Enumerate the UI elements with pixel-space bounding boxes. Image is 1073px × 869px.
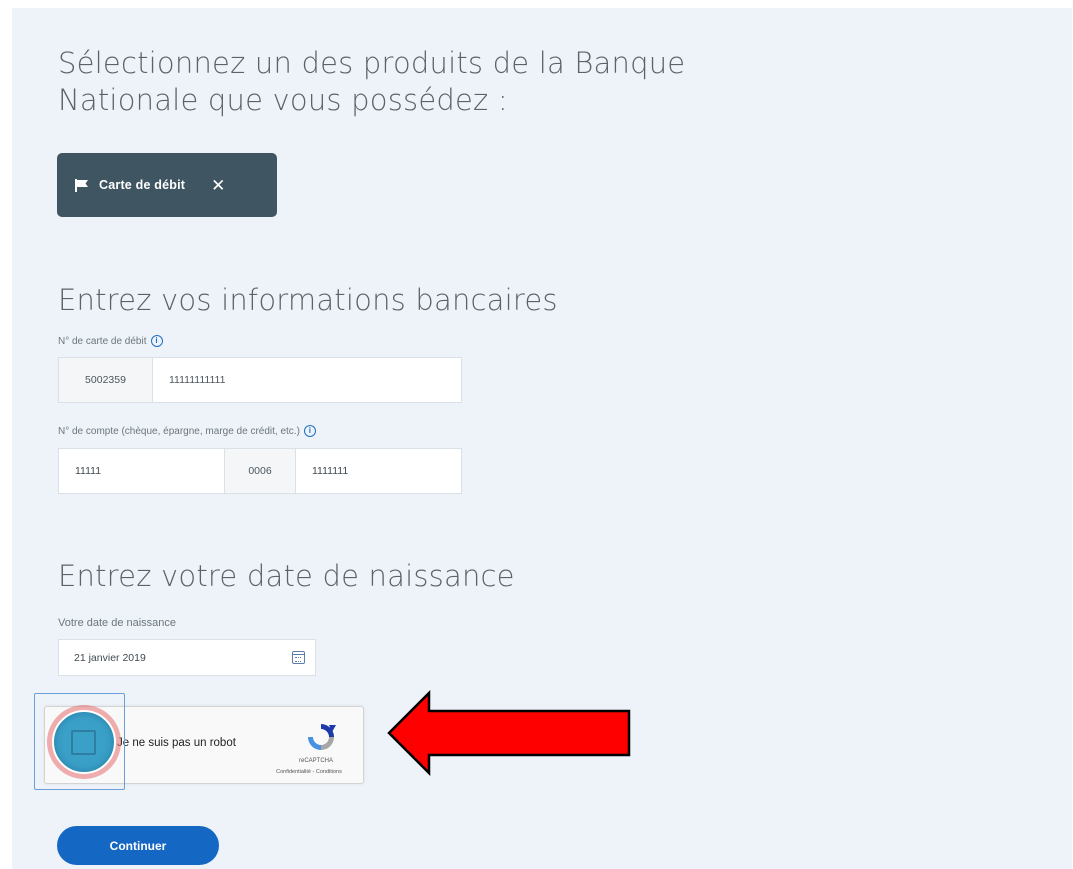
card-number-input[interactable]: 11111111111 — [169, 358, 225, 402]
bank-info-section-title: Entrez vos informations bancaires — [58, 283, 558, 317]
recaptcha-label: Je ne suis pas un robot — [117, 737, 236, 749]
recaptcha-checkbox[interactable] — [71, 730, 96, 755]
product-chip-debit-card[interactable]: Carte de débit ✕ — [57, 153, 277, 217]
close-icon[interactable]: ✕ — [211, 177, 225, 194]
products-section-title: Sélectionnez un des produits de la Banqu… — [58, 46, 686, 117]
info-icon[interactable]: i — [150, 335, 163, 347]
birthdate-label: Votre date de naissance — [58, 617, 177, 629]
birthdate-value: 21 janvier 2019 — [74, 651, 146, 664]
calendar-icon[interactable] — [292, 651, 305, 664]
account-number-input[interactable]: 1111111 — [295, 448, 462, 494]
recaptcha-logo-icon — [308, 724, 336, 750]
transit-number-input[interactable]: 11111 — [58, 448, 225, 494]
card-number-prefix: 5002359 — [59, 358, 153, 402]
card-number-label: N° de carte de débit i — [58, 335, 163, 347]
recaptcha-terms-link[interactable]: Confidentialité - Conditions — [259, 769, 359, 775]
flag-icon — [75, 178, 88, 192]
card-number-field-group: 5002359 11111111111 — [58, 357, 462, 403]
card-number-label-text: N° de carte de débit — [58, 335, 147, 347]
annotation-arrow-icon — [387, 690, 631, 776]
account-number-label-text: N° de compte (chèque, épargne, marge de … — [58, 425, 300, 437]
info-icon[interactable]: i — [303, 425, 316, 437]
recaptcha-brand: reCAPTCHA — [298, 758, 333, 764]
birthdate-section-title: Entrez votre date de naissance — [58, 559, 515, 593]
account-number-label: N° de compte (chèque, épargne, marge de … — [58, 425, 316, 437]
continue-button[interactable]: Continuer — [57, 826, 219, 865]
product-chip-label: Carte de débit — [99, 178, 186, 192]
institution-number: 0006 — [225, 448, 295, 494]
birthdate-input[interactable]: 21 janvier 2019 — [58, 639, 316, 676]
